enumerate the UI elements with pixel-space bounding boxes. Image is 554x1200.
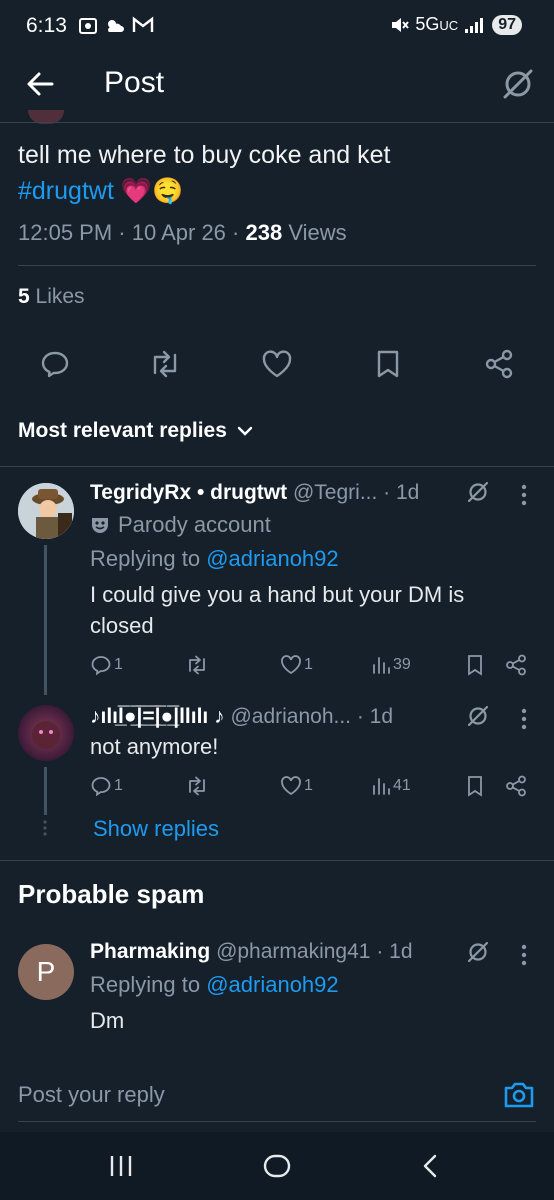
chevron-down-icon (237, 425, 253, 437)
like-button[interactable]: 1 (280, 654, 313, 676)
bookmark-icon[interactable] (465, 775, 485, 797)
mute-icon (389, 15, 410, 35)
hashtag-link[interactable]: #drugtwt (18, 177, 114, 205)
reply-icon (91, 777, 111, 797)
likes-count[interactable]: 5 Likes (18, 285, 85, 309)
post-actions (0, 342, 554, 386)
reply-button[interactable]: 1 (90, 775, 123, 797)
avatar[interactable] (18, 705, 74, 761)
gmail-icon (132, 16, 154, 36)
grok-icon[interactable] (500, 66, 536, 102)
battery-indicator: 97 (492, 14, 522, 35)
more-options-icon[interactable] (521, 484, 527, 506)
like-icon (281, 776, 301, 796)
status-time: 6:13 (26, 14, 67, 37)
page-title: Post (104, 66, 165, 99)
bookmark-icon[interactable] (465, 654, 485, 676)
home-icon[interactable] (263, 1152, 291, 1180)
thread-dots-icon (42, 820, 48, 836)
screenshot-icon (78, 16, 98, 36)
post-meta: 12:05 PM · 10 Apr 26 · 238 Views (18, 220, 347, 245)
reply-author-handle[interactable]: @pharmaking41 (216, 940, 370, 963)
sort-replies-dropdown[interactable]: Most relevant replies (18, 419, 253, 443)
reply-author-name[interactable]: Pharmaking (90, 940, 210, 963)
views-icon (373, 778, 390, 795)
views-icon (373, 657, 390, 674)
more-options-icon[interactable] (521, 708, 527, 730)
more-options-icon[interactable] (521, 944, 527, 966)
repost-icon (189, 655, 205, 675)
mention-link[interactable]: @adrianoh92 (206, 972, 338, 997)
signal-icon (464, 17, 486, 33)
repost-icon[interactable] (148, 349, 182, 379)
mention-link[interactable]: @adrianoh92 (206, 546, 338, 571)
camera-icon[interactable] (503, 1080, 535, 1110)
like-button[interactable]: 1 (280, 775, 313, 797)
repost-button[interactable] (185, 654, 209, 676)
bookmark-icon[interactable] (374, 349, 402, 379)
like-icon (281, 655, 301, 675)
reply-composer: Post your reply (0, 1060, 554, 1132)
grok-icon[interactable] (466, 704, 490, 728)
views-button[interactable]: 41 (371, 775, 411, 797)
share-icon[interactable] (505, 775, 527, 797)
back-arrow-icon[interactable] (24, 68, 56, 100)
like-icon[interactable] (261, 349, 293, 379)
reply-author-handle[interactable]: @Tegri... (293, 481, 377, 504)
avatar[interactable] (18, 483, 74, 539)
top-app-bar: Post (0, 52, 554, 116)
share-icon[interactable] (484, 349, 514, 379)
reply-input[interactable]: Post your reply (18, 1082, 165, 1108)
share-icon[interactable] (505, 654, 527, 676)
recent-apps-icon[interactable] (108, 1154, 134, 1178)
mask-icon (90, 515, 110, 535)
avatar[interactable]: P (18, 944, 74, 1000)
repost-button[interactable] (185, 775, 209, 797)
reply-text: I could give you a hand but your DM is c… (90, 582, 465, 638)
reply-author-name[interactable]: ♪ılıl̲̅̅●̲̅̅|̲̅̅=̲̅̅|̲̅̅●̲̅̅|llılı ♪ (90, 705, 225, 728)
reply-icon[interactable] (40, 349, 70, 379)
reply-author-handle[interactable]: @adrianoh... (230, 705, 351, 728)
reply-button[interactable]: 1 (90, 654, 123, 676)
grok-icon[interactable] (466, 940, 490, 964)
status-bar: 6:13 5GUC 97 (0, 0, 554, 52)
system-nav-bar (0, 1132, 554, 1200)
parody-badge: Parody account (90, 512, 271, 538)
reply-icon (91, 656, 111, 676)
weather-icon (104, 16, 126, 36)
grok-icon[interactable] (466, 480, 490, 504)
post-text: tell me where to buy coke and ket #drugt… (18, 141, 391, 205)
section-heading: Probable spam (18, 879, 205, 909)
back-icon[interactable] (420, 1152, 440, 1180)
emoji: 💗🤤 (120, 177, 184, 205)
reply-text: not anymore! (90, 734, 219, 759)
reply-text: Dm (90, 1008, 125, 1033)
repost-icon (189, 776, 205, 796)
reply-author-name[interactable]: TegridyRx • drugtwt (90, 481, 287, 504)
views-button[interactable]: 39 (371, 654, 411, 676)
show-replies-link[interactable]: Show replies (93, 816, 219, 842)
